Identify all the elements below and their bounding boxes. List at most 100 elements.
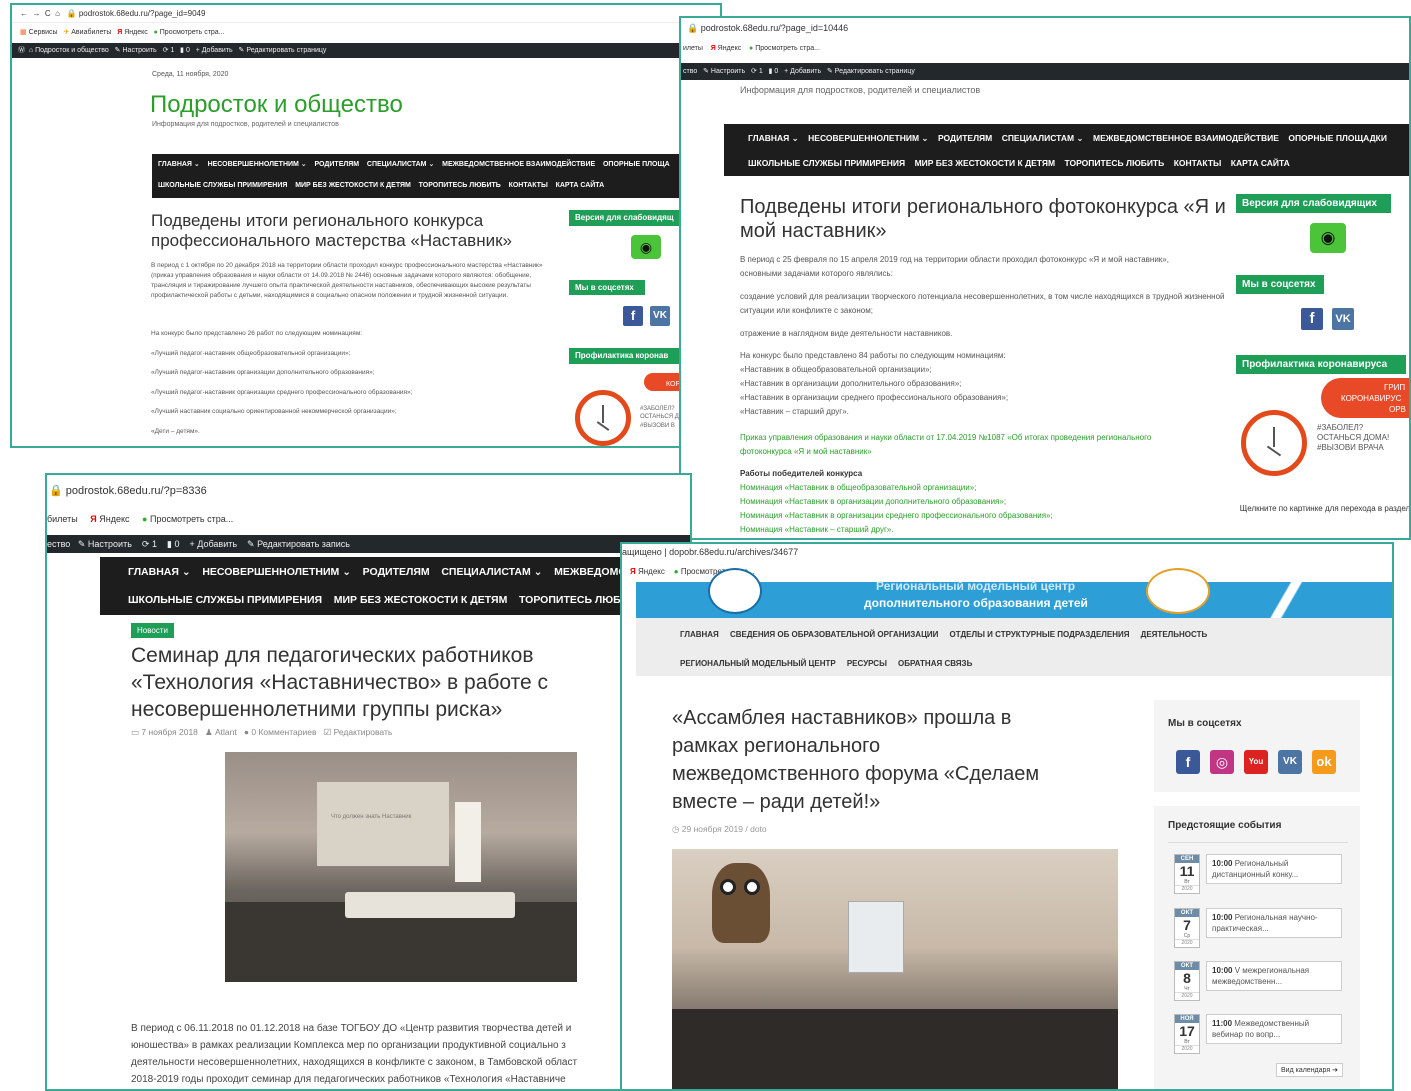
alarm-clock-icon[interactable] bbox=[575, 390, 631, 446]
nav-home[interactable]: ГЛАВНАЯ ⌄ bbox=[158, 161, 200, 168]
nav-interagency[interactable]: МЕЖВЕДОМСТВЕННОЕ ВЗАИМОДЕЙСТВИЕ bbox=[442, 161, 595, 168]
nav-home[interactable]: ГЛАВНАЯ ⌄ bbox=[128, 566, 191, 578]
forward-icon[interactable]: → bbox=[32, 9, 40, 18]
logo-right[interactable] bbox=[1146, 568, 1210, 614]
admin-site-name[interactable]: Подросток и общество bbox=[35, 47, 109, 54]
admin-customize[interactable]: Настроить bbox=[711, 68, 745, 75]
bookmark-view[interactable]: Просмотреть стра... bbox=[755, 45, 820, 52]
nav-parents[interactable]: РОДИТЕЛЯМ bbox=[314, 161, 359, 168]
winner-link[interactable]: Номинация «Наставник в общеобразовательн… bbox=[740, 483, 976, 492]
browser-address-bar[interactable]: ащищено | dopobr.68edu.ru/archives/34677 bbox=[622, 544, 1392, 560]
admin-edit-post[interactable]: Редактировать запись bbox=[257, 539, 350, 549]
nav-regional-center[interactable]: РЕГИОНАЛЬНЫЙ МОДЕЛЬНЫЙ ЦЕНТР bbox=[680, 659, 836, 668]
browser-address-bar[interactable]: 🔒 podrostok.68edu.ru/?page_id=10446 bbox=[681, 18, 1409, 38]
url-text[interactable]: podrostok.68edu.ru/?page_id=10446 bbox=[701, 23, 848, 33]
admin-site-name[interactable]: ество bbox=[47, 539, 70, 549]
nav-contacts[interactable]: КОНТАКТЫ bbox=[509, 182, 548, 189]
nav-specialists[interactable]: СПЕЦИАЛИСТАМ ⌄ bbox=[367, 161, 434, 168]
facebook-icon[interactable]: f bbox=[623, 306, 643, 326]
nav-org-info[interactable]: СВЕДЕНИЯ ОБ ОБРАЗОВАТЕЛЬНОЙ ОРГАНИЗАЦИИ bbox=[730, 630, 938, 639]
admin-add[interactable]: + Добавить bbox=[784, 68, 821, 75]
nav-sitemap[interactable]: КАРТА САЙТА bbox=[1231, 158, 1290, 168]
admin-updates[interactable]: 1 bbox=[152, 539, 157, 549]
nav-no-violence[interactable]: МИР БЕЗ ЖЕСТОКОСТИ К ДЕТЯМ bbox=[334, 594, 508, 606]
browser-address-bar[interactable]: 🔒 podrostok.68edu.ru/?p=8336 bbox=[47, 475, 690, 508]
nav-resources[interactable]: РЕСУРСЫ bbox=[847, 659, 887, 668]
reload-icon[interactable]: C bbox=[45, 9, 51, 18]
nav-no-violence[interactable]: МИР БЕЗ ЖЕСТОКОСТИ К ДЕТЯМ bbox=[295, 182, 411, 189]
bookmark-view[interactable]: Просмотреть стра... bbox=[150, 514, 233, 524]
youtube-icon[interactable]: You bbox=[1244, 750, 1268, 774]
bookmark-yandex[interactable]: Яндекс bbox=[638, 567, 665, 576]
facebook-icon[interactable]: f bbox=[1301, 308, 1323, 330]
admin-updates[interactable]: 1 bbox=[759, 68, 763, 75]
nav-contacts[interactable]: КОНТАКТЫ bbox=[1174, 158, 1222, 168]
nav-reconciliation[interactable]: ШКОЛЬНЫЕ СЛУЖБЫ ПРИМИРЕНИЯ bbox=[128, 594, 322, 606]
nav-hurry-love[interactable]: ТОРОПИТЕСЬ ЛЮБИТЬ bbox=[1065, 158, 1165, 168]
back-icon[interactable]: ← bbox=[20, 9, 28, 18]
home-icon[interactable]: ⌂ bbox=[55, 9, 60, 18]
admin-comments[interactable]: 0 bbox=[186, 47, 190, 54]
nav-interagency[interactable]: МЕЖВЕДОМСТВЕННОЕ ВЗАИМОДЕЙСТВИЕ bbox=[1093, 133, 1279, 143]
facebook-icon[interactable]: f bbox=[1176, 750, 1200, 774]
nav-sitemap[interactable]: КАРТА САЙТА bbox=[556, 182, 605, 189]
nav-minors[interactable]: НЕСОВЕРШЕННОЛЕТНИМ ⌄ bbox=[208, 161, 307, 168]
admin-comments[interactable]: 0 bbox=[774, 68, 778, 75]
nav-home[interactable]: ГЛАВНАЯ ⌄ bbox=[748, 133, 799, 143]
admin-customize[interactable]: Настроить bbox=[88, 539, 132, 549]
alarm-clock-icon[interactable] bbox=[1241, 410, 1307, 476]
admin-edit-page[interactable]: Редактировать страницу bbox=[246, 47, 326, 54]
wordpress-icon[interactable]: Ⓦ bbox=[18, 47, 25, 54]
site-title[interactable]: Подросток и общество bbox=[150, 91, 403, 119]
post-comments[interactable]: 0 Комментариев bbox=[251, 727, 316, 737]
vk-icon[interactable]: VK bbox=[1332, 308, 1354, 330]
event-item[interactable]: 10:00 V межрегиональная межведомственн..… bbox=[1206, 961, 1342, 991]
winner-link[interactable]: Номинация «Наставник в организации допол… bbox=[740, 497, 1006, 506]
nav-no-violence[interactable]: МИР БЕЗ ЖЕСТОКОСТИ К ДЕТЯМ bbox=[915, 158, 1056, 168]
post-edit[interactable]: Редактировать bbox=[334, 727, 393, 737]
nav-feedback[interactable]: ОБРАТНАЯ СВЯЗЬ bbox=[898, 659, 972, 668]
category-tag[interactable]: Новости bbox=[131, 623, 174, 638]
admin-add[interactable]: + Добавить bbox=[190, 539, 238, 549]
url-text[interactable]: dopobr.68edu.ru/archives/34677 bbox=[669, 547, 798, 557]
nav-pilot-sites[interactable]: ОПОРНЫЕ ПЛОЩА bbox=[603, 161, 670, 168]
nav-reconciliation[interactable]: ШКОЛЬНЫЕ СЛУЖБЫ ПРИМИРЕНИЯ bbox=[158, 182, 287, 189]
admin-edit-page[interactable]: Редактировать страницу bbox=[835, 68, 915, 75]
nav-parents[interactable]: РОДИТЕЛЯМ bbox=[938, 133, 992, 143]
nav-specialists[interactable]: СПЕЦИАЛИСТАМ ⌄ bbox=[441, 566, 542, 578]
nav-departments[interactable]: ОТДЕЛЫ И СТРУКТУРНЫЕ ПОДРАЗДЕЛЕНИЯ bbox=[950, 630, 1130, 639]
bookmark-yandex[interactable]: Яндекс bbox=[124, 29, 148, 36]
nav-activity[interactable]: ДЕЯТЕЛЬНОСТЬ bbox=[1141, 630, 1208, 639]
admin-comments[interactable]: 0 bbox=[174, 539, 179, 549]
admin-updates[interactable]: 1 bbox=[170, 47, 174, 54]
event-item[interactable]: 10:00 Региональный дистанционный конку..… bbox=[1206, 854, 1342, 884]
admin-add[interactable]: + Добавить bbox=[196, 47, 233, 54]
url-text[interactable]: podrostok.68edu.ru/?page_id=9049 bbox=[79, 9, 206, 18]
admin-customize[interactable]: Настроить bbox=[123, 47, 157, 54]
nav-home[interactable]: ГЛАВНАЯ bbox=[680, 630, 719, 639]
order-link[interactable]: Приказ управления образования и науки об… bbox=[740, 431, 1190, 459]
nav-pilot-sites[interactable]: ОПОРНЫЕ ПЛОЩАДКИ bbox=[1288, 133, 1387, 143]
url-text[interactable]: podrostok.68edu.ru/?p=8336 bbox=[66, 485, 207, 497]
vk-icon[interactable]: VK bbox=[1278, 750, 1302, 774]
post-author[interactable]: Atlant bbox=[215, 727, 237, 737]
vk-icon[interactable]: VK bbox=[650, 306, 670, 326]
eye-icon[interactable]: ◉ bbox=[1310, 223, 1346, 253]
event-item[interactable]: 11:00 Межведомственный вебинар по вопр..… bbox=[1206, 1014, 1342, 1044]
winner-link[interactable]: Номинация «Наставник в организации средн… bbox=[740, 511, 1053, 520]
browser-address-bar[interactable]: ← → C ⌂ 🔒 podrostok.68edu.ru/?page_id=90… bbox=[12, 5, 720, 23]
bookmark-services[interactable]: Сервисы bbox=[29, 29, 58, 36]
bookmark-avia[interactable]: Авиабилеты bbox=[71, 29, 111, 36]
nav-parents[interactable]: РОДИТЕЛЯМ bbox=[363, 566, 430, 578]
admin-site-name[interactable]: ство bbox=[683, 68, 697, 75]
nav-specialists[interactable]: СПЕЦИАЛИСТАМ ⌄ bbox=[1002, 133, 1084, 143]
bookmark-view[interactable]: Просмотреть стра... bbox=[160, 29, 225, 36]
nav-hurry-love[interactable]: ТОРОПИТЕСЬ ЛЮБИТЬ bbox=[419, 182, 501, 189]
logo-left[interactable] bbox=[708, 568, 762, 614]
nav-minors[interactable]: НЕСОВЕРШЕННОЛЕТНИМ ⌄ bbox=[808, 133, 928, 143]
bookmark-yandex[interactable]: Яндекс bbox=[718, 45, 742, 52]
calendar-view-button[interactable]: Вид календаря ➔ bbox=[1276, 1063, 1343, 1077]
winner-link[interactable]: Номинация «Наставник – старший друг». bbox=[740, 525, 894, 534]
event-item[interactable]: 10:00 Региональная научно-практическая..… bbox=[1206, 908, 1342, 938]
nav-reconciliation[interactable]: ШКОЛЬНЫЕ СЛУЖБЫ ПРИМИРЕНИЯ bbox=[748, 158, 905, 168]
